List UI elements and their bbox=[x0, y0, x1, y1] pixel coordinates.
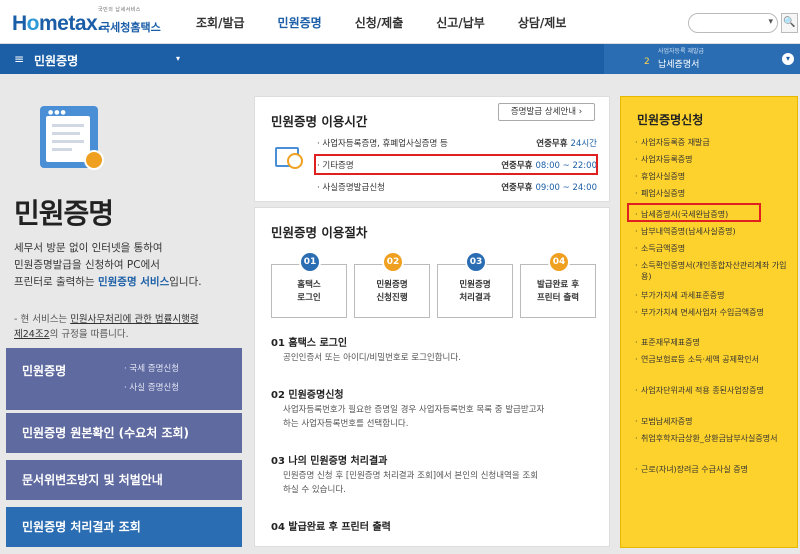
chevron-down-icon[interactable]: ▾ bbox=[176, 54, 180, 63]
section-bar: ≡ 민원증명 ▾ 사업자등록 재발급 2 납세증명서 ▾ bbox=[0, 44, 800, 74]
logo-tagline: 국민의 납세서비스 bbox=[98, 7, 141, 13]
menu-certificates-label: 민원증명 bbox=[22, 364, 67, 378]
apply-link-pension-deduction[interactable]: 연금보험료등 소득·세액 공제확인서 bbox=[635, 354, 793, 365]
procedure-title: 민원증명 이용절차 bbox=[271, 225, 368, 240]
step-result: 03 민원증명 처리결과 bbox=[437, 251, 513, 318]
document-icon: ●●● bbox=[40, 106, 104, 172]
user-badge-icon bbox=[84, 150, 104, 170]
chevron-down-icon[interactable]: ▾ bbox=[782, 53, 794, 65]
step-number: 01 bbox=[299, 251, 321, 273]
section-text: 공인인증서 또는 아이디/비밀번호로 로그인합니다. bbox=[283, 353, 461, 363]
menu-forgery-prevention[interactable]: 문서위변조방지 및 처벌안내 bbox=[6, 460, 242, 500]
section-text: 사업자등록번호가 필요한 증명일 경우 사업자등록번호 목록 중 발급받고자 하… bbox=[283, 405, 545, 429]
hours-row: · 사업자등록증명, 휴폐업사실증명 등 연중무휴 24시간 bbox=[317, 139, 597, 149]
popular-ticker[interactable]: 사업자등록 재발급 2 납세증명서 ▾ bbox=[604, 44, 800, 74]
apply-link-suspension[interactable]: 휴업사실증명 bbox=[635, 171, 793, 182]
step-print: 04 발급완료 후 프린터 출력 bbox=[520, 251, 596, 318]
step-number: 03 bbox=[465, 251, 487, 273]
nav-consult[interactable]: 상담/제보 bbox=[518, 14, 567, 31]
search-icon: 🔍 bbox=[783, 17, 796, 28]
apply-link-income-confirm[interactable]: 소득확인증명서(개인종합자산관리계좌 가입용) bbox=[635, 260, 793, 282]
step-apply: 02 민원증명 신청진행 bbox=[354, 251, 430, 318]
search-input[interactable]: ▾ bbox=[688, 13, 778, 33]
apply-link-vat-tax-base[interactable]: 부가가치세 과세표준증명 bbox=[635, 290, 793, 301]
section-heading: 02 민원증명신청 bbox=[271, 390, 344, 401]
nav-certificates[interactable]: 민원증명 bbox=[278, 14, 322, 31]
logo-subtitle: 국세청홈택스 bbox=[100, 21, 161, 34]
search-button[interactable]: 🔍 bbox=[781, 13, 798, 33]
apply-link-payment-history[interactable]: 납부내역증명(납세사실증명) bbox=[635, 226, 793, 237]
section-heading: 01 홈택스 로그인 bbox=[271, 338, 348, 349]
certificate-apply-panel: 민원증명신청 사업자등록증 재발급 사업자등록증명 휴업사실증명 폐업사실증명 … bbox=[620, 96, 798, 548]
apply-link-closure[interactable]: 폐업사실증명 bbox=[635, 188, 793, 199]
menu-fact-certificate-link[interactable]: · 사실 증명신청 bbox=[124, 381, 179, 393]
procedure-panel: 민원증명 이용절차 01 홈택스 로그인 02 민원증명 신청진행 03 민원증… bbox=[254, 207, 610, 547]
menu-result-lookup[interactable]: 민원증명 처리결과 조회 bbox=[6, 507, 242, 547]
apply-link-business-cert[interactable]: 사업자등록증명 bbox=[635, 154, 793, 165]
apply-link-vat-exempt-income[interactable]: 부가가치세 면세사업자 수입금액증명 bbox=[635, 307, 793, 318]
page-description: 세무서 방문 없이 인터넷을 통하여 민원증명발급을 신청하여 PC에서 프린터… bbox=[14, 242, 202, 288]
menu-icon[interactable]: ≡ bbox=[14, 52, 24, 66]
law-article-link[interactable]: 제24조2 bbox=[14, 329, 50, 340]
main-nav: 조회/발급 민원증명 신청/제출 신고/납부 상담/제보 bbox=[196, 14, 599, 31]
section-heading: 04 발급완료 후 프린터 출력 bbox=[271, 522, 391, 533]
hours-title: 민원증명 이용시간 bbox=[271, 114, 368, 129]
apply-link-income-amount[interactable]: 소득금액증명 bbox=[635, 243, 793, 254]
nav-report-pay[interactable]: 신고/납부 bbox=[436, 14, 485, 31]
apply-link-student-loan[interactable]: 취업후학자금상환_상환금납부사실증명서 bbox=[635, 433, 793, 444]
section-title[interactable]: 민원증명 bbox=[34, 52, 78, 69]
apply-link-work-incentive[interactable]: 근로(자녀)장려금 수급사실 증명 bbox=[635, 464, 793, 475]
clock-calendar-icon bbox=[275, 143, 305, 169]
menu-tax-certificate-link[interactable]: · 국세 증명신청 bbox=[124, 362, 179, 374]
site-header: 국민의 납세서비스 Hometax. 국세청홈택스 조회/발급 민원증명 신청/… bbox=[0, 0, 800, 44]
chevron-down-icon[interactable]: ▾ bbox=[768, 17, 773, 27]
section-text: 민원증명 신청 후 [민원증명 처리결과 조회]에서 본인의 신청내역을 조회 … bbox=[283, 471, 539, 495]
step-login: 01 홈택스 로그인 bbox=[271, 251, 347, 318]
law-link[interactable]: 민원사무처리에 관한 법률시행령 bbox=[70, 314, 198, 325]
ticker-item[interactable]: 납세증명서 bbox=[658, 57, 699, 70]
apply-link-financial-statement[interactable]: 표준재무제표증명 bbox=[635, 337, 793, 348]
step-number: 02 bbox=[382, 251, 404, 273]
nav-inquiry[interactable]: 조회/발급 bbox=[196, 14, 245, 31]
ticker-prev-item: 사업자등록 재발급 bbox=[658, 48, 705, 55]
hometax-logo[interactable]: 국민의 납세서비스 Hometax. 국세청홈택스 bbox=[12, 6, 162, 40]
page-title: 민원증명 bbox=[14, 197, 114, 230]
tax-cert-highlight-box bbox=[627, 203, 761, 222]
apply-link-business-reissue[interactable]: 사업자등록증 재발급 bbox=[635, 137, 793, 148]
menu-certificates[interactable]: 민원증명 · 국세 증명신청 · 사실 증명신청 bbox=[6, 348, 242, 410]
ticker-rank: 2 bbox=[644, 57, 650, 67]
logo-wordmark: Hometax. bbox=[12, 12, 103, 35]
legal-note: - 현 서비스는 민원사무처리에 관한 법률시행령 제24조2의 규정을 따릅니… bbox=[14, 314, 199, 340]
hours-highlight-box bbox=[314, 154, 598, 175]
step-number: 04 bbox=[548, 251, 570, 273]
hours-panel: 민원증명 이용시간 증명발급 상세안내 › · 사업자등록증명, 휴폐업사실증명… bbox=[254, 96, 610, 202]
menu-original-check[interactable]: 민원증명 원본확인 (수요처 조회) bbox=[6, 413, 242, 453]
nav-apply[interactable]: 신청/제출 bbox=[355, 14, 404, 31]
detail-guide-button[interactable]: 증명발급 상세안내 › bbox=[498, 103, 595, 121]
hours-row: · 사실증명발급신청 연중무휴 09:00 ~ 24:00 bbox=[317, 183, 597, 193]
apply-panel-title: 민원증명신청 bbox=[637, 113, 704, 127]
section-heading: 03 나의 민원증명 처리결과 bbox=[271, 456, 388, 467]
apply-link-model-taxpayer[interactable]: 모범납세자증명 bbox=[635, 416, 793, 427]
apply-link-unit-taxation[interactable]: 사업자단위과세 적용 종된사업장증명 bbox=[635, 385, 793, 396]
